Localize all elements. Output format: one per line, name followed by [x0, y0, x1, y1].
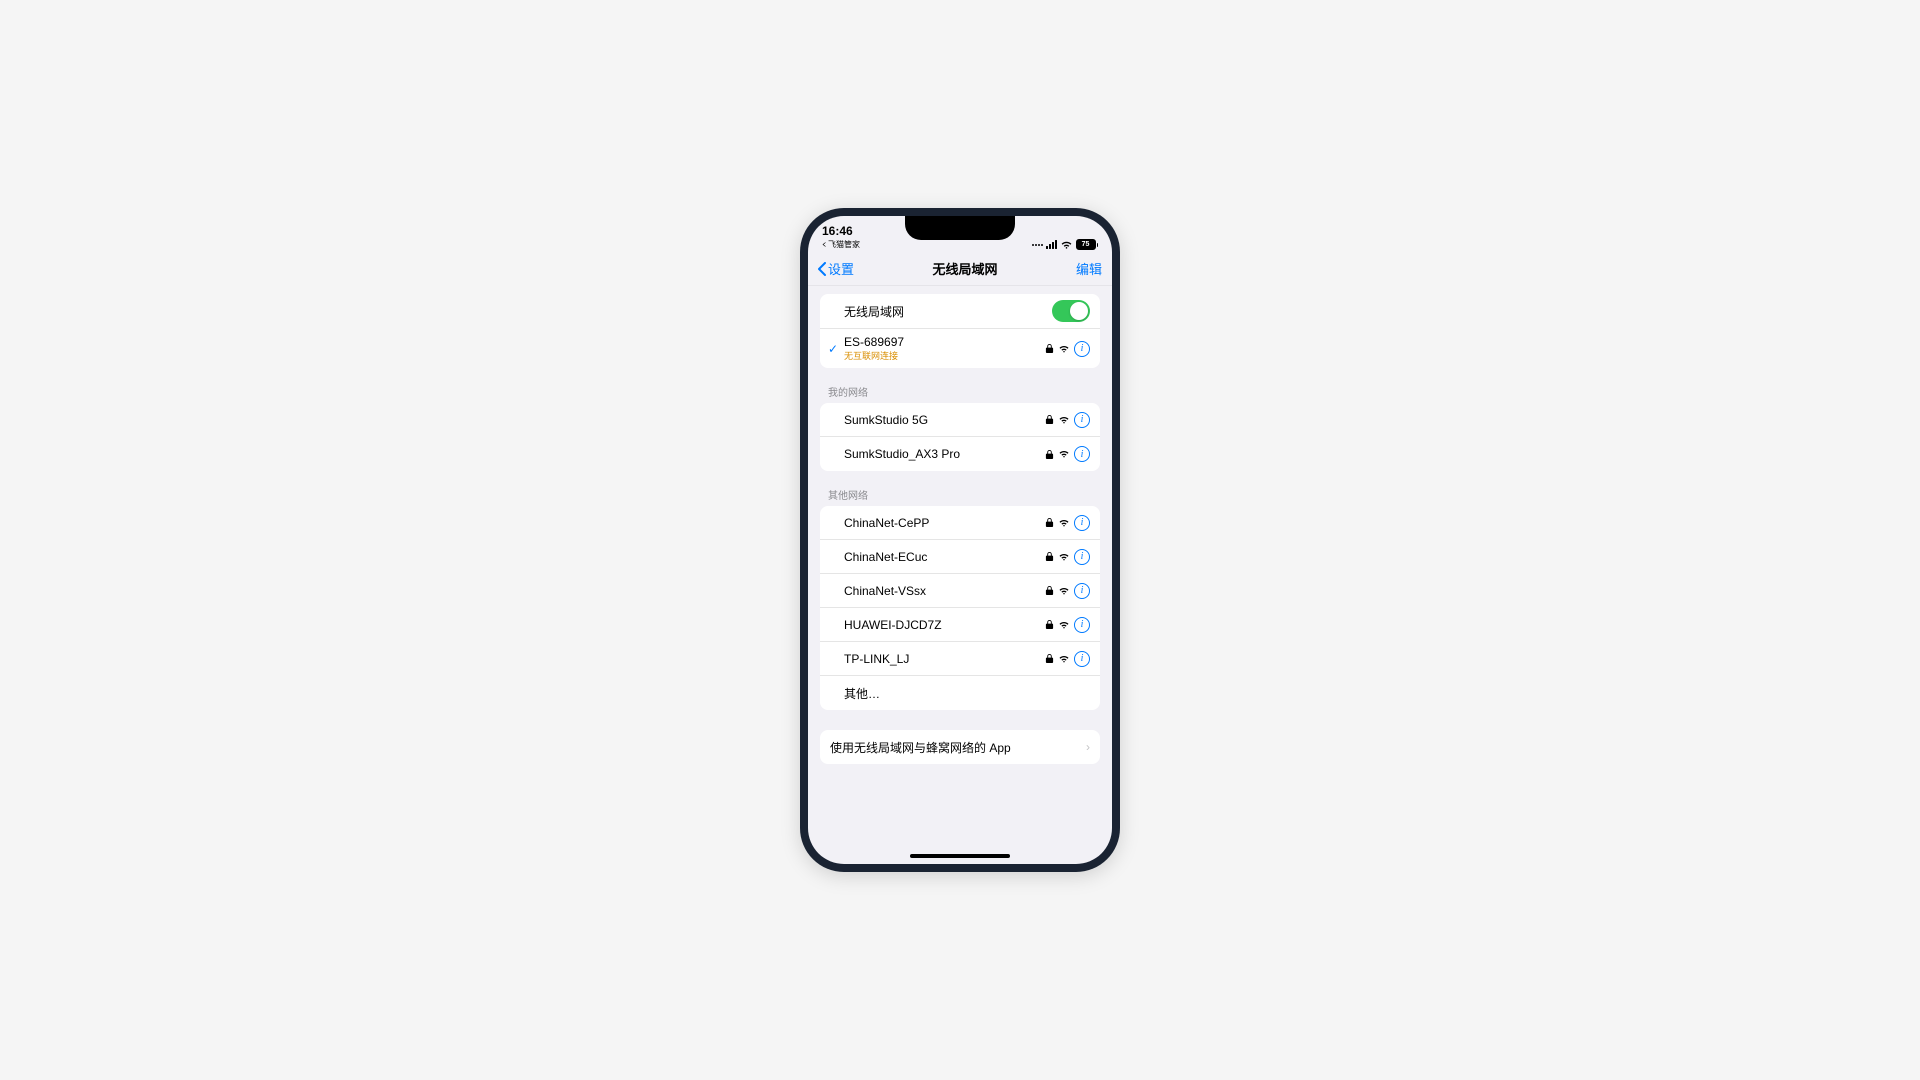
nav-title: 无线局域网: [932, 259, 997, 278]
apps-using-wifi-row[interactable]: 使用无线局域网与蜂窝网络的 App ›: [820, 730, 1100, 764]
lock-icon: [1045, 653, 1054, 664]
checkmark-icon: ✓: [828, 342, 838, 356]
connected-name: ES-689697: [844, 335, 1045, 349]
edit-button[interactable]: 编辑: [1076, 259, 1102, 278]
wifi-signal-icon: [1058, 586, 1070, 596]
back-button[interactable]: 设置: [818, 259, 854, 278]
other-network-row[interactable]: TP-LINK_LJ i: [820, 642, 1100, 676]
wifi-toggle-row[interactable]: 无线局域网: [820, 294, 1100, 329]
lock-icon: [1045, 585, 1054, 596]
info-button[interactable]: i: [1074, 583, 1090, 599]
network-name: SumkStudio_AX3 Pro: [830, 447, 1045, 461]
status-icons: 75: [1032, 239, 1099, 250]
wifi-toggle-label: 无线局域网: [830, 303, 1052, 320]
info-button[interactable]: i: [1074, 515, 1090, 531]
info-button[interactable]: i: [1074, 446, 1090, 462]
other-option-row[interactable]: 其他…: [820, 676, 1100, 710]
connected-status: 无互联网连接: [844, 349, 1045, 362]
lock-icon: [1045, 414, 1054, 425]
network-name: TP-LINK_LJ: [830, 652, 1045, 666]
wifi-main-group: 无线局域网 ✓ ES-689697 无互联网连接 i: [820, 294, 1100, 368]
other-network-row[interactable]: HUAWEI-DJCD7Z i: [820, 608, 1100, 642]
info-button[interactable]: i: [1074, 549, 1090, 565]
chevron-right-icon: ›: [1086, 740, 1090, 754]
wifi-signal-icon: [1058, 415, 1070, 425]
battery-icon: 75: [1076, 239, 1099, 250]
wifi-signal-icon: [1058, 344, 1070, 354]
network-name: ChinaNet-VSsx: [830, 584, 1045, 598]
wifi-signal-icon: [1058, 449, 1070, 459]
chevron-left-icon: [818, 262, 826, 276]
lock-icon: [1045, 619, 1054, 630]
wifi-signal-icon: [1058, 552, 1070, 562]
info-button[interactable]: i: [1074, 412, 1090, 428]
footer-group: 使用无线局域网与蜂窝网络的 App ›: [820, 730, 1100, 764]
lock-icon: [1045, 517, 1054, 528]
other-network-row[interactable]: ChinaNet-CePP i: [820, 506, 1100, 540]
other-networks-header: 其他网络: [820, 487, 1100, 506]
my-networks-header: 我的网络: [820, 384, 1100, 403]
wifi-signal-icon: [1058, 620, 1070, 630]
home-indicator[interactable]: [910, 854, 1010, 858]
network-name: HUAWEI-DJCD7Z: [830, 618, 1045, 632]
notch: [905, 216, 1015, 240]
other-network-row[interactable]: ChinaNet-ECuc i: [820, 540, 1100, 574]
other-option-label: 其他…: [830, 685, 1090, 702]
breadcrumb-caret-icon: [822, 242, 827, 247]
lock-icon: [1045, 449, 1054, 460]
wifi-toggle[interactable]: [1052, 300, 1090, 322]
connected-network-row[interactable]: ✓ ES-689697 无互联网连接 i: [820, 329, 1100, 368]
wifi-status-icon: [1060, 240, 1073, 250]
phone-frame: 16:46 飞猫管家 75 设置 无线局域网: [800, 208, 1120, 872]
lock-icon: [1045, 551, 1054, 562]
cellular-signal-icon: [1046, 240, 1057, 249]
my-network-row[interactable]: SumkStudio 5G i: [820, 403, 1100, 437]
nav-bar: 设置 无线局域网 编辑: [808, 252, 1112, 286]
breadcrumb-back[interactable]: 飞猫管家: [822, 239, 860, 250]
my-networks-group: SumkStudio 5G i SumkStudio_AX3 Pro i: [820, 403, 1100, 471]
other-networks-group: ChinaNet-CePP i ChinaNet-ECuc i ChinaNet…: [820, 506, 1100, 710]
network-name: ChinaNet-ECuc: [830, 550, 1045, 564]
content: 无线局域网 ✓ ES-689697 无互联网连接 i 我的网络: [808, 286, 1112, 764]
wifi-signal-icon: [1058, 518, 1070, 528]
info-button[interactable]: i: [1074, 651, 1090, 667]
other-network-row[interactable]: ChinaNet-VSsx i: [820, 574, 1100, 608]
info-button[interactable]: i: [1074, 617, 1090, 633]
info-button[interactable]: i: [1074, 341, 1090, 357]
lock-icon: [1045, 343, 1054, 354]
wifi-signal-icon: [1058, 654, 1070, 664]
network-name: SumkStudio 5G: [830, 413, 1045, 427]
screen: 16:46 飞猫管家 75 设置 无线局域网: [808, 216, 1112, 864]
secondary-signal-icon: [1032, 244, 1043, 246]
network-name: ChinaNet-CePP: [830, 516, 1045, 530]
my-network-row[interactable]: SumkStudio_AX3 Pro i: [820, 437, 1100, 471]
status-time: 16:46: [822, 224, 853, 238]
